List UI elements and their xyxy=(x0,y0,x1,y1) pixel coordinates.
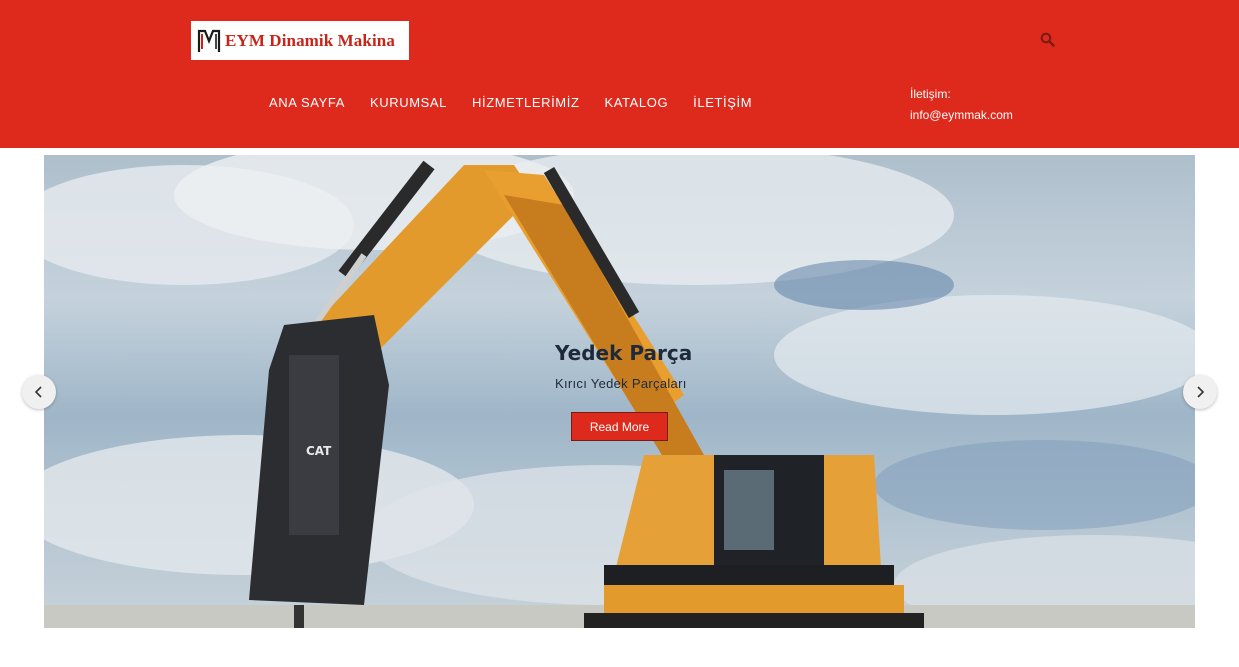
search-button[interactable] xyxy=(1039,31,1057,49)
site-header: EYM Dinamik Makina ANA SAYFA KURUMSAL Hİ… xyxy=(0,0,1239,148)
chevron-left-icon xyxy=(34,386,42,398)
chevron-right-icon xyxy=(1197,386,1205,398)
nav-item-ana-sayfa[interactable]: ANA SAYFA xyxy=(269,95,345,110)
contact-email[interactable]: info@eymmak.com xyxy=(910,105,1013,126)
page: EYM Dinamik Makina ANA SAYFA KURUMSAL Hİ… xyxy=(0,0,1239,667)
slide-caption: Yedek Parça Kırıcı Yedek Parçaları xyxy=(555,341,692,391)
excavator-image: CAT xyxy=(44,155,1195,628)
header-contact: İletişim: info@eymmak.com xyxy=(910,84,1013,126)
svg-text:CAT: CAT xyxy=(306,444,332,458)
nav-item-hizmetlerimiz[interactable]: HİZMETLERİMİZ xyxy=(472,95,579,110)
slider-next-button[interactable] xyxy=(1183,375,1217,409)
read-more-button[interactable]: Read More xyxy=(571,412,668,441)
slider-prev-button[interactable] xyxy=(22,375,56,409)
logo-text: EYM Dinamik Makina xyxy=(225,30,395,50)
main-nav: ANA SAYFA KURUMSAL HİZMETLERİMİZ KATALOG… xyxy=(269,95,777,110)
nav-item-kurumsal[interactable]: KURUMSAL xyxy=(370,95,447,110)
logo-mark-icon xyxy=(197,29,221,52)
search-icon xyxy=(1040,32,1055,47)
hero-slider: CAT Yedek Parça Kırıcı Yedek Parçaları R… xyxy=(44,155,1195,628)
slide-subtitle: Kırıcı Yedek Parçaları xyxy=(555,376,687,391)
site-logo[interactable]: EYM Dinamik Makina xyxy=(191,21,409,60)
slide-title: Yedek Parça xyxy=(555,341,693,365)
nav-item-katalog[interactable]: KATALOG xyxy=(604,95,668,110)
contact-label: İletişim: xyxy=(910,87,951,101)
nav-item-iletisim[interactable]: İLETİŞİM xyxy=(693,95,752,110)
